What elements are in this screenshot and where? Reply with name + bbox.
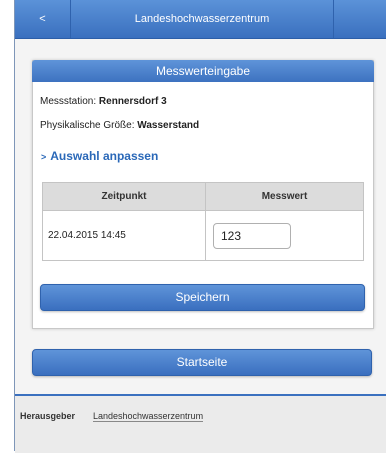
header-title: Landeshochwasserzentrum [134,13,270,25]
publisher-label: Herausgeber [20,411,76,421]
adjust-selection-label: Auswahl anpassen [50,149,159,163]
measurement-value-input[interactable] [213,222,291,249]
table-header-row: Zeitpunkt Messwert [42,182,364,211]
app-frame: < Landeshochwasserzentrum Messwerteingab… [14,0,386,453]
back-button[interactable]: < [15,0,71,38]
publisher-link[interactable]: Landeshochwasserzentrum [93,411,204,422]
adjust-selection-link[interactable]: > Auswahl anpassen [41,149,158,163]
quantity-label: Physikalische Größe: [40,120,135,131]
table-row: 22.04.2015 14:45 [42,210,364,261]
measurement-table: Zeitpunkt Messwert 22.04.2015 14:45 [42,182,364,261]
chevron-right-icon: > [41,152,47,162]
time-cell: 22.04.2015 14:45 [42,210,206,261]
column-header-time: Zeitpunkt [42,182,206,211]
header-bar: < Landeshochwasserzentrum [15,0,386,39]
measurement-entry-card: Messwerteingabe Messstation: Rennersdorf… [32,60,374,329]
station-label: Messstation: [40,96,97,107]
station-value: Rennersdorf 3 [98,96,167,107]
quantity-value: Wasserstand [137,120,200,131]
home-button[interactable]: Startseite [32,349,372,376]
station-line: Messstation: Rennersdorf 3 [40,96,167,107]
column-header-value: Messwert [205,182,364,211]
value-cell [205,210,364,261]
header-right-slot [333,0,386,38]
card-title: Messwerteingabe [32,60,374,82]
quantity-line: Physikalische Größe: Wasserstand [40,120,199,131]
save-button[interactable]: Speichern [40,284,365,311]
footer: Herausgeber Landeshochwasserzentrum [15,394,386,453]
